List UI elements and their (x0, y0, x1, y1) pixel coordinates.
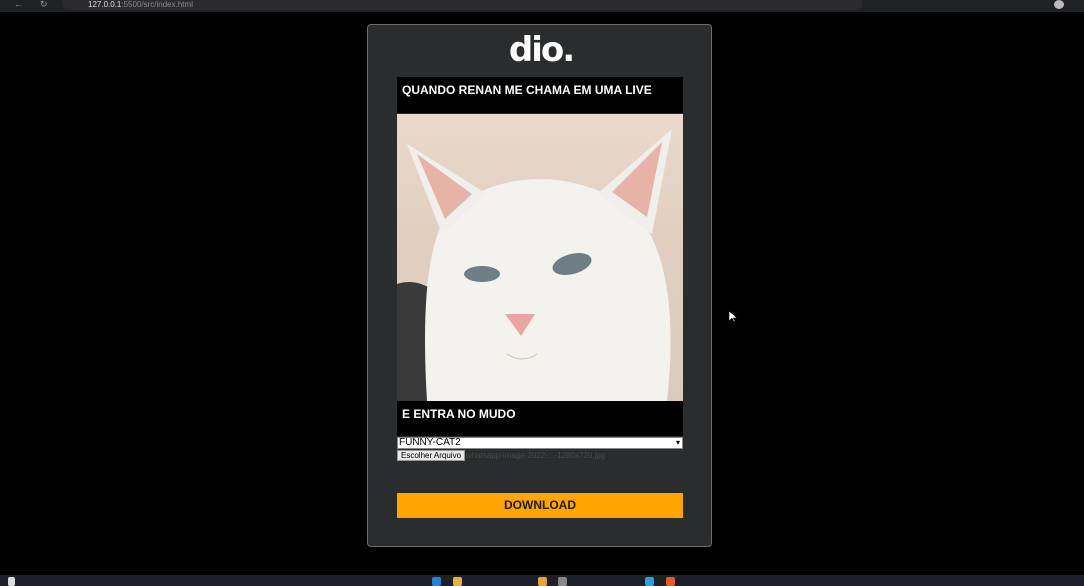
app-icon[interactable] (666, 577, 675, 586)
vscode-icon[interactable] (432, 577, 441, 586)
choose-file-button[interactable]: Escolher Arquivo (397, 450, 466, 461)
bottom-text-input[interactable]: E ENTRA NO MUDO (397, 401, 683, 436)
download-button[interactable]: DOWNLOAD (397, 493, 683, 518)
top-text-input[interactable]: QUANDO RENAN ME CHAMA EM UMA LIVE (397, 77, 683, 113)
app-icon[interactable] (538, 577, 547, 586)
url-path: :5500/src/index.html (121, 0, 193, 9)
mouse-cursor-icon (729, 311, 737, 323)
browser-toolbar: ← ↻ 127.0.0.1:5500/src/index.html (0, 0, 1084, 12)
profile-avatar[interactable] (1054, 0, 1064, 9)
chevron-down-icon: ▾ (675, 438, 680, 447)
url-host: 127.0.0.1 (88, 0, 122, 9)
file-name: whatsapp-image-2022-...-1280x720.jpg (466, 451, 606, 460)
image-select-value: FUNNY-CAT2 (399, 437, 461, 448)
dio-logo: dio. (508, 30, 575, 70)
image-select[interactable]: FUNNY-CAT2 ▾ (397, 437, 683, 449)
address-bar[interactable]: 127.0.0.1:5500/src/index.html (62, 0, 862, 10)
reload-icon[interactable]: ↻ (40, 0, 48, 9)
start-icon[interactable] (8, 577, 15, 586)
meme-image (397, 114, 683, 401)
app-icon[interactable] (558, 577, 567, 586)
folder-icon[interactable] (453, 577, 462, 586)
edge-icon[interactable] (645, 577, 654, 586)
back-icon[interactable]: ← (14, 0, 23, 9)
